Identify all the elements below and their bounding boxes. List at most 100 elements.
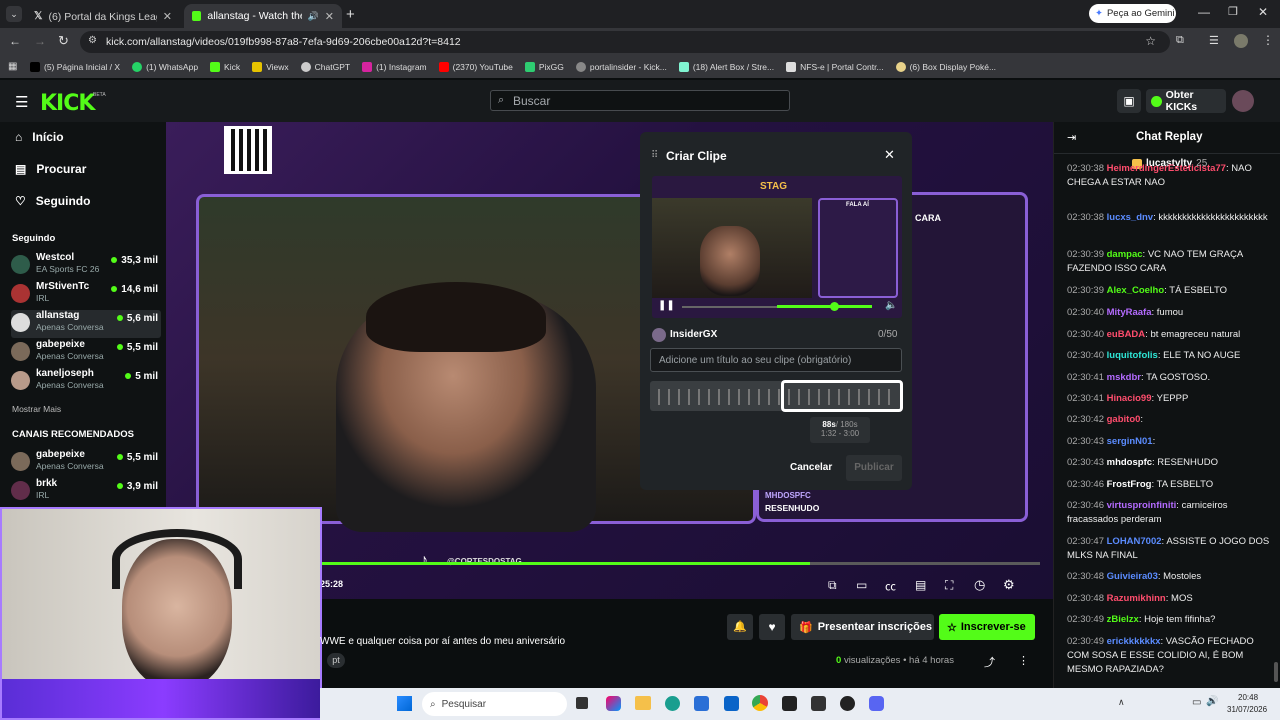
message-username[interactable]: zBielzx: [1107, 614, 1139, 625]
preview-seek-handle[interactable]: [830, 302, 839, 311]
apps-icon[interactable]: ▦: [8, 61, 17, 72]
pip-icon[interactable]: ⧉: [828, 578, 837, 593]
network-icon[interactable]: ▭: [1192, 697, 1201, 708]
back-icon[interactable]: ←: [9, 34, 21, 48]
bookmark-star-icon[interactable]: ☆: [1145, 34, 1156, 48]
message-username[interactable]: erickkkkkkx: [1107, 636, 1161, 647]
site-info-icon[interactable]: ⚙: [88, 35, 97, 46]
close-icon[interactable]: ✕: [884, 147, 895, 163]
message-username[interactable]: HeimerdingerEsteticista77: [1107, 163, 1226, 174]
message-username[interactable]: lucxs_dnv: [1107, 212, 1153, 223]
bookmark[interactable]: (2370) YouTube: [438, 62, 513, 72]
share-icon[interactable]: ⤴: [984, 654, 995, 670]
bookmark[interactable]: NFS-e | Portal Contr...: [786, 62, 884, 72]
nav-following[interactable]: ♡ Seguindo: [15, 194, 90, 208]
language-tag[interactable]: pt: [327, 653, 345, 668]
message-username[interactable]: dampac: [1107, 249, 1143, 260]
drag-handle-icon[interactable]: ⠿: [651, 150, 658, 161]
forward-icon[interactable]: →: [34, 34, 46, 48]
message-username[interactable]: virtusproinfiniti: [1107, 500, 1177, 511]
message-username[interactable]: euBADA: [1107, 329, 1146, 340]
clip-preview[interactable]: FALA AÍ STAG ❚❚ 🔈: [652, 176, 902, 318]
tray-chevron-icon[interactable]: ∧: [1118, 697, 1125, 708]
publish-button[interactable]: Publicar: [846, 455, 902, 481]
windows-start-icon[interactable]: [397, 696, 412, 711]
maximize-button[interactable]: ❐: [1228, 5, 1238, 18]
bookmark[interactable]: portalinsider - Kick...: [575, 62, 667, 72]
obs-icon[interactable]: [840, 696, 855, 711]
channel-westcol[interactable]: Westcol EA Sports FC 26 35,3 mil: [11, 252, 161, 280]
tab-kings-league[interactable]: 𝕏 (6) Portal da Kings League 👑 ✕: [26, 4, 180, 28]
message-username[interactable]: Guivieira03: [1107, 571, 1158, 582]
bookmark[interactable]: ChatGPT: [300, 62, 350, 72]
volume-tray-icon[interactable]: 🔊: [1206, 696, 1218, 707]
channel-gabepeixe-rec[interactable]: gabepeixe Apenas Conversa 5,5 mil: [11, 449, 161, 477]
taskbar-search[interactable]: ⌕ Pesquisar: [422, 692, 567, 716]
app-icon[interactable]: [782, 696, 797, 711]
app-icon[interactable]: [811, 696, 826, 711]
speed-icon[interactable]: ◷: [974, 577, 985, 593]
bookmark[interactable]: (1) WhatsApp: [132, 62, 198, 72]
bookmark[interactable]: (18) Alert Box / Stre...: [678, 62, 774, 72]
store-app-icon[interactable]: [694, 696, 709, 711]
channel-gabepeixe[interactable]: gabepeixe Apenas Conversa 5,5 mil: [11, 339, 161, 367]
message-username[interactable]: FrostFrog: [1107, 479, 1152, 490]
reload-icon[interactable]: ↻: [58, 33, 69, 49]
bookmark[interactable]: Kick: [210, 62, 240, 72]
more-options-icon[interactable]: ⋮: [1018, 654, 1029, 667]
gemini-button[interactable]: ✦ Peça ao Gemini: [1089, 4, 1176, 23]
discord-icon[interactable]: [869, 696, 884, 711]
settings-gear-icon[interactable]: ⚙: [1003, 577, 1015, 593]
follow-heart-button[interactable]: ♥: [759, 614, 785, 640]
tab-list-button[interactable]: ⌄: [6, 6, 22, 22]
copilot-icon[interactable]: [606, 696, 621, 711]
minimize-button[interactable]: —: [1198, 5, 1210, 19]
chat-scrollbar[interactable]: [1274, 662, 1278, 682]
message-username[interactable]: MityRaafa: [1107, 307, 1152, 318]
captions-icon[interactable]: ㏄: [885, 578, 896, 594]
theater-icon[interactable]: ▭: [856, 578, 867, 592]
menu-icon[interactable]: ⋮: [1262, 33, 1274, 47]
new-tab-button[interactable]: +: [346, 6, 355, 23]
url-input[interactable]: ⚙ kick.com/allanstag/videos/019fb998-87a…: [80, 31, 1170, 53]
message-username[interactable]: Alex_Coelho: [1107, 285, 1165, 296]
edge-icon[interactable]: [665, 696, 680, 711]
message-username[interactable]: LOHAN7002: [1107, 536, 1162, 547]
collapse-chat-icon[interactable]: ⇥: [1067, 131, 1076, 144]
tab-allanstag[interactable]: allanstag - Watch the VOD 🔊 ✕: [184, 4, 342, 28]
profile-avatar[interactable]: [1234, 34, 1248, 48]
message-username[interactable]: Hinacio99: [1107, 393, 1152, 404]
clip-icon[interactable]: ▤: [915, 578, 926, 592]
get-kicks-button[interactable]: Obter KICKs: [1146, 89, 1226, 113]
close-icon[interactable]: ✕: [163, 10, 172, 23]
hamburger-menu-icon[interactable]: ☰: [15, 93, 28, 111]
clip-title-input[interactable]: Adicione um título ao seu clipe (obrigat…: [650, 348, 902, 372]
timeline-selection[interactable]: [781, 380, 903, 412]
nav-browse[interactable]: ▤ Procurar: [15, 162, 86, 176]
bookmark[interactable]: PixGG: [524, 62, 564, 72]
speaker-icon[interactable]: 🔊: [308, 11, 319, 22]
channel-allanstag[interactable]: allanstag Apenas Conversa 5,6 mil: [11, 310, 161, 338]
bookmark[interactable]: (5) Página Inicial / X: [30, 62, 120, 72]
file-explorer-icon[interactable]: [635, 696, 651, 710]
task-view-icon[interactable]: [576, 697, 588, 709]
close-icon[interactable]: ✕: [325, 10, 334, 23]
message-username[interactable]: luquitofolis: [1107, 350, 1158, 361]
bookmark[interactable]: (1) Instagram: [362, 62, 427, 72]
search-input[interactable]: ⌕ Buscar: [490, 90, 790, 111]
outlook-icon[interactable]: [724, 696, 739, 711]
show-more-link[interactable]: Mostrar Mais: [12, 404, 61, 414]
bookmark[interactable]: Viewx: [252, 62, 289, 72]
pause-icon[interactable]: ❚❚: [658, 300, 675, 311]
channel-kaneljoseph[interactable]: kaneljoseph Apenas Conversa 5 mil: [11, 368, 161, 396]
cancel-button[interactable]: Cancelar: [790, 462, 832, 473]
store-icon[interactable]: ▣: [1117, 89, 1141, 113]
bookmark[interactable]: (6) Box Display Poké...: [895, 62, 996, 72]
gift-subs-button[interactable]: 🎁 Presentear inscrições: [791, 614, 934, 640]
subscribe-button[interactable]: ☆ Inscrever-se: [939, 614, 1035, 640]
kick-logo[interactable]: KICK: [40, 91, 95, 116]
message-username[interactable]: serginN01: [1107, 436, 1153, 447]
fullscreen-icon[interactable]: ⛶: [945, 578, 953, 593]
message-username[interactable]: mskdbr: [1107, 372, 1141, 383]
nav-home[interactable]: ⌂ Início: [15, 130, 64, 144]
